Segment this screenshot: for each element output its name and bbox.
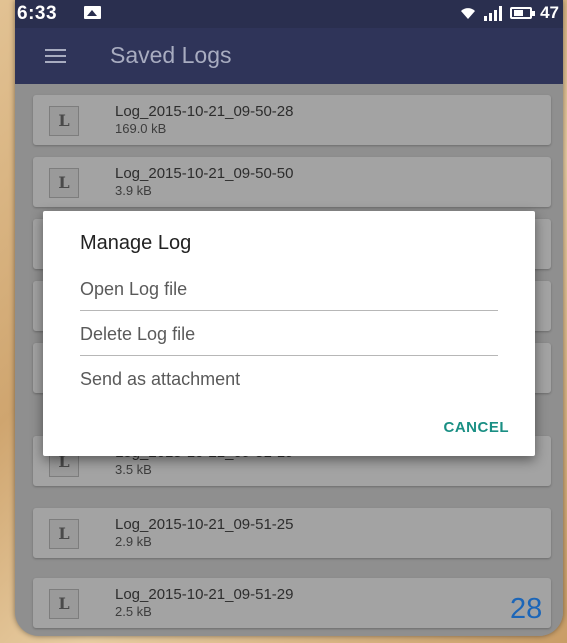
slide-page-number: 28 (510, 593, 543, 625)
status-bar: 6:33 47 (15, 0, 563, 28)
open-log-file-option[interactable]: Open Log file (80, 267, 500, 311)
phone-screenshot: 6:33 47 Saved Logs L Log_2015-10-21_09-5… (15, 0, 563, 636)
list-item[interactable]: L Log_2015-10-21_09-50-28 169.0 kB (33, 95, 551, 145)
battery-icon (510, 7, 536, 19)
log-size: 2.5 kB (115, 604, 152, 619)
cancel-button[interactable]: CANCEL (444, 419, 510, 436)
status-icons: 47 (460, 3, 559, 23)
divider (80, 355, 498, 356)
log-name: Log_2015-10-21_09-51-29 (115, 586, 294, 603)
delete-log-file-option[interactable]: Delete Log file (80, 312, 500, 356)
log-file-icon: L (49, 106, 79, 136)
log-name: Log_2015-10-21_09-51-25 (115, 516, 294, 533)
log-name: Log_2015-10-21_09-50-50 (115, 165, 294, 182)
log-file-icon: L (49, 589, 79, 619)
list-item[interactable]: L Log_2015-10-21_09-51-25 2.9 kB (33, 508, 551, 558)
log-size: 3.5 kB (115, 462, 152, 477)
manage-log-dialog: Manage Log Open Log file Delete Log file… (43, 211, 535, 456)
wifi-icon (460, 5, 476, 21)
log-size: 2.9 kB (115, 534, 152, 549)
battery-level: 47 (540, 3, 559, 22)
dialog-title: Manage Log (80, 232, 192, 254)
list-item[interactable]: L Log_2015-10-21_09-51-29 2.5 kB (33, 578, 551, 628)
send-as-attachment-option[interactable]: Send as attachment (80, 357, 500, 401)
status-time: 6:33 (17, 3, 58, 24)
log-size: 3.9 kB (115, 183, 152, 198)
signal-icon (484, 5, 503, 21)
divider (80, 310, 498, 311)
log-size: 169.0 kB (115, 121, 167, 136)
log-file-icon: L (49, 519, 79, 549)
log-name: Log_2015-10-21_09-50-28 (115, 103, 294, 120)
app-title: Saved Logs (110, 42, 232, 68)
list-item[interactable]: L Log_2015-10-21_09-50-50 3.9 kB (33, 157, 551, 207)
image-notification-icon (84, 6, 101, 19)
log-file-icon: L (49, 168, 79, 198)
menu-icon[interactable] (45, 49, 66, 63)
app-bar: Saved Logs (15, 28, 563, 84)
